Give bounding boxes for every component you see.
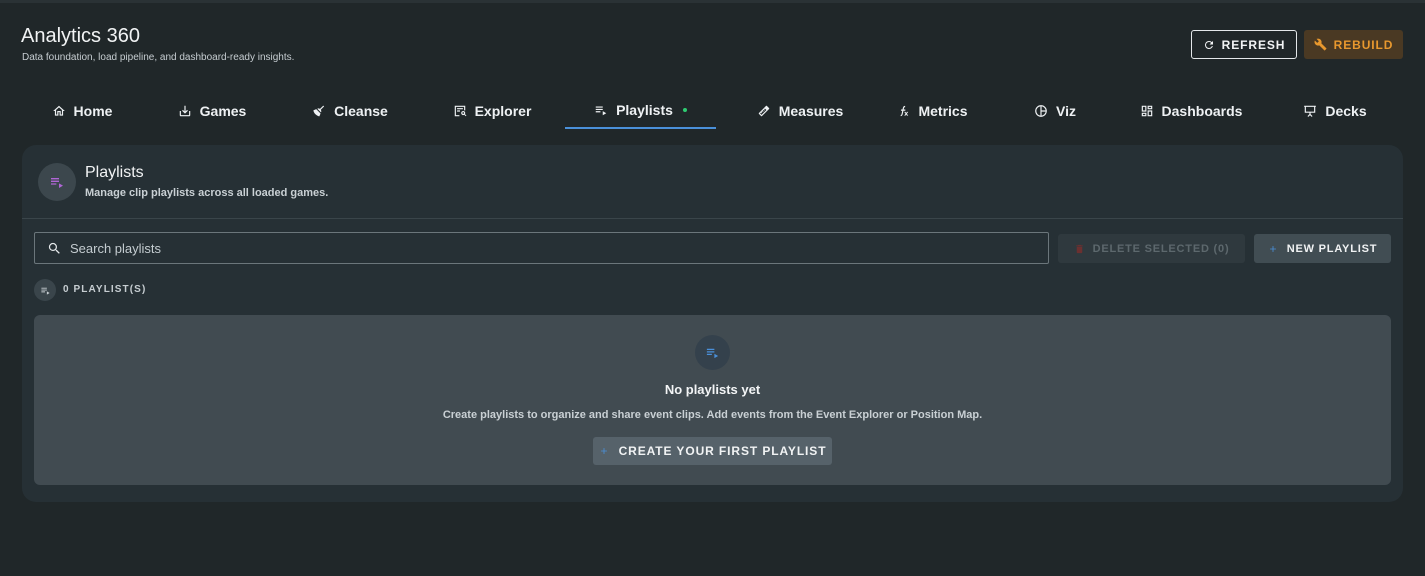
- refresh-label: REFRESH: [1221, 37, 1286, 52]
- search-field[interactable]: [34, 232, 1049, 264]
- delete-selected-label: DELETE SELECTED (0): [1092, 242, 1230, 255]
- empty-state-title: No playlists yet: [664, 382, 761, 397]
- count-icon-wrap: [34, 279, 56, 301]
- playlists-card: Playlists Manage clip playlists across a…: [22, 145, 1403, 502]
- download-icon: [179, 105, 190, 116]
- top-border: [0, 0, 1425, 3]
- create-first-playlist-button[interactable]: CREATE YOUR FIRST PLAYLIST: [593, 437, 832, 465]
- tab-metrics[interactable]: Metrics: [880, 92, 984, 129]
- tab-label: Viz: [1056, 102, 1076, 119]
- playlist-count: 0 PLAYLIST(S): [63, 284, 147, 295]
- tab-explorer[interactable]: Explorer: [436, 92, 548, 129]
- tab-label: Measures: [778, 102, 844, 119]
- empty-state: No playlists yet Create playlists to org…: [34, 315, 1391, 485]
- tab-dashboards[interactable]: Dashboards: [1128, 92, 1254, 129]
- tab-label: Playlists: [616, 101, 673, 118]
- new-playlist-button[interactable]: NEW PLAYLIST: [1254, 234, 1391, 263]
- status-dot: [682, 107, 687, 112]
- main-tabs: Home Games Cleanse Explorer Playlists Me…: [0, 92, 1425, 130]
- new-playlist-label: NEW PLAYLIST: [1286, 242, 1378, 255]
- search-icon: [48, 242, 60, 254]
- wrench-icon: [1314, 38, 1327, 51]
- playlist-icon: [40, 287, 50, 295]
- dashboard-icon: [1141, 105, 1152, 116]
- playlist-icon: [595, 106, 607, 115]
- tab-label: Explorer: [474, 102, 532, 119]
- tab-viz[interactable]: Viz: [1010, 92, 1100, 129]
- app-title: Analytics 360: [21, 25, 140, 47]
- tab-label: Metrics: [918, 102, 968, 119]
- tab-label: Cleanse: [334, 102, 388, 119]
- plus-icon: [600, 448, 607, 454]
- function-icon: [901, 105, 909, 116]
- card-title: Playlists: [85, 164, 144, 181]
- card-subtitle: Manage clip playlists across all loaded …: [85, 187, 329, 199]
- playlist-icon: [706, 348, 719, 359]
- tab-decks[interactable]: Decks: [1290, 92, 1380, 129]
- pie-chart-icon: [1035, 104, 1047, 117]
- search-input[interactable]: [70, 240, 1030, 256]
- create-first-playlist-label: CREATE YOUR FIRST PLAYLIST: [618, 444, 827, 458]
- tab-measures[interactable]: Measures: [740, 92, 860, 129]
- tab-label: Games: [199, 102, 247, 119]
- tab-label: Dashboards: [1161, 102, 1243, 119]
- divider: [22, 218, 1403, 219]
- broom-icon: [313, 105, 325, 116]
- table-search-icon: [454, 105, 467, 116]
- rebuild-button[interactable]: REBUILD: [1304, 30, 1403, 59]
- refresh-button[interactable]: REFRESH: [1191, 30, 1297, 59]
- app-subtitle: Data foundation, load pipeline, and dash…: [22, 52, 295, 63]
- tab-games[interactable]: Games: [160, 92, 264, 129]
- trash-icon: [1075, 244, 1083, 253]
- presentation-icon: [1304, 105, 1317, 117]
- ruler-icon: [758, 105, 769, 116]
- tab-label: Home: [73, 102, 113, 119]
- tab-cleanse[interactable]: Cleanse: [296, 92, 404, 129]
- rebuild-label: REBUILD: [1333, 37, 1394, 52]
- empty-state-icon-wrap: [695, 335, 730, 370]
- refresh-icon: [1204, 40, 1213, 49]
- plus-icon: [1269, 245, 1276, 252]
- delete-selected-button[interactable]: DELETE SELECTED (0): [1058, 234, 1245, 263]
- tab-home[interactable]: Home: [30, 92, 134, 129]
- home-icon: [52, 105, 65, 116]
- card-header-icon: [38, 163, 76, 201]
- tab-label: Decks: [1325, 102, 1367, 119]
- playlist-icon: [51, 178, 63, 188]
- empty-state-text: Create playlists to organize and share e…: [442, 409, 983, 421]
- tab-playlists[interactable]: Playlists: [565, 92, 716, 129]
